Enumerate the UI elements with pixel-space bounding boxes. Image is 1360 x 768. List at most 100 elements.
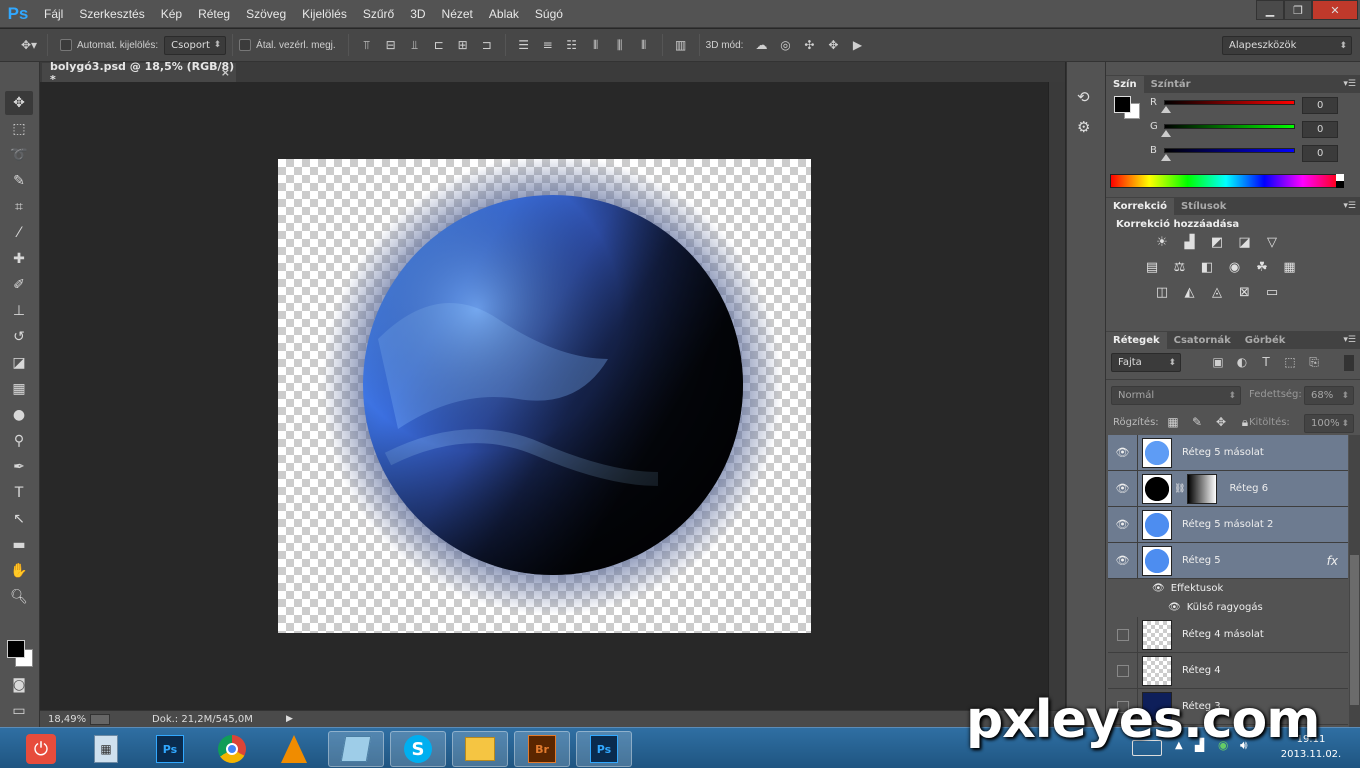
red-slider-thumb[interactable] [1161, 106, 1171, 113]
visibility-box[interactable] [1108, 616, 1138, 653]
menu-help[interactable]: Súgó [527, 7, 571, 21]
eyedropper-tool-icon[interactable]: ⁄ [5, 221, 33, 245]
skype-icon[interactable]: S [390, 731, 446, 767]
3d-pan-icon[interactable]: ✣ [800, 36, 818, 54]
3d-orbit-icon[interactable]: ☁ [752, 36, 770, 54]
tab-styles[interactable]: Stílusok [1174, 198, 1233, 215]
filter-type-icon[interactable]: T [1257, 353, 1275, 371]
green-value[interactable]: 0 [1302, 121, 1338, 138]
menu-file[interactable]: Fájl [36, 7, 71, 21]
tab-channels[interactable]: Csatornák [1167, 332, 1238, 349]
rectangle-tool-icon[interactable]: ▬ [5, 533, 33, 557]
auto-select-checkbox[interactable] [60, 39, 72, 51]
layer-row[interactable]: Réteg 4 másolat [1108, 616, 1348, 653]
tab-color[interactable]: Szín [1106, 76, 1144, 93]
path-select-tool-icon[interactable]: ↖ [5, 507, 33, 531]
effects-eye-icon[interactable]: 👁︎ [1152, 583, 1165, 594]
menu-edit[interactable]: Szerkesztés [71, 7, 152, 21]
distribute-left-icon[interactable]: ⫴ [587, 36, 605, 54]
blue-slider[interactable]: B 0 [1106, 145, 1360, 167]
foreground-color-swatch[interactable] [7, 640, 25, 658]
layer-mask-thumbnail[interactable] [1187, 473, 1218, 504]
menu-layer[interactable]: Réteg [190, 7, 238, 21]
lock-position-icon[interactable]: ✥ [1212, 413, 1230, 431]
menu-3d[interactable]: 3D [402, 7, 433, 21]
eraser-tool-icon[interactable]: ◪ [5, 351, 33, 375]
eye-icon[interactable]: 👁︎ [1108, 542, 1138, 579]
threshold-icon[interactable]: ◬ [1207, 283, 1227, 301]
distribute-hcenter-icon[interactable]: ⫼ [611, 36, 629, 54]
menu-filter[interactable]: Szűrő [355, 7, 402, 21]
workspace-dropdown[interactable]: Alapeszközök [1222, 36, 1352, 55]
tab-layers[interactable]: Rétegek [1106, 332, 1167, 349]
filter-adjust-icon[interactable]: ◐ [1233, 353, 1251, 371]
type-tool-icon[interactable]: T [5, 481, 33, 505]
taskbar-bridge-icon[interactable]: Br [514, 731, 570, 767]
menu-select[interactable]: Kijelölés [294, 7, 355, 21]
minimize-button[interactable]: ▁ [1256, 0, 1284, 20]
selective-color-icon[interactable]: ⊠ [1235, 283, 1255, 301]
document-canvas[interactable] [278, 155, 811, 633]
3d-roll-icon[interactable]: ◎ [776, 36, 794, 54]
green-slider-thumb[interactable] [1161, 130, 1171, 137]
restore-button[interactable]: ❐ [1284, 0, 1312, 20]
lock-pixels-icon[interactable]: ✎ [1188, 413, 1206, 431]
gradient-map-icon[interactable]: ▭ [1262, 283, 1282, 301]
taskbar-photoshop-active-icon[interactable]: Ps [576, 731, 632, 767]
photo-filter-icon[interactable]: ◉ [1225, 258, 1245, 276]
gradient-tool-icon[interactable]: ▦ [5, 377, 33, 401]
align-right-icon[interactable]: ⊐ [478, 36, 496, 54]
channel-mixer-icon[interactable]: ☘ [1252, 258, 1272, 276]
eye-icon[interactable]: 👁︎ [1108, 506, 1138, 543]
move-tool-icon[interactable]: ✥ [5, 91, 33, 115]
pen-tool-icon[interactable]: ✒ [5, 455, 33, 479]
color-spectrum-bar[interactable] [1110, 174, 1342, 188]
levels-icon[interactable]: ▟ [1180, 233, 1200, 251]
mask-link-icon[interactable]: ⛓ [1174, 484, 1185, 494]
quick-select-tool-icon[interactable]: ✎ [5, 169, 33, 193]
close-window-button[interactable]: ✕ [1312, 0, 1358, 20]
posterize-icon[interactable]: ◭ [1180, 283, 1200, 301]
adjust-panel-menu-icon[interactable]: ▾☰ [1343, 201, 1356, 211]
color-swatches[interactable] [5, 637, 37, 671]
tab-adjustments[interactable]: Korrekció [1106, 198, 1174, 215]
taskbar-photoshop-icon[interactable]: Ps [142, 731, 198, 767]
status-menu-arrow-icon[interactable]: ▶ [286, 714, 293, 724]
blue-value[interactable]: 0 [1302, 145, 1338, 162]
auto-select-dropdown[interactable]: Csoport [164, 35, 227, 55]
align-left-icon[interactable]: ⊏ [430, 36, 448, 54]
tab-paths[interactable]: Görbék [1238, 332, 1293, 349]
distribute-vcenter-icon[interactable]: ≡ [539, 36, 557, 54]
layer-row[interactable]: Réteg 4 [1108, 652, 1348, 689]
document-tab[interactable]: bolygó3.psd @ 18,5% (RGB/8) * × [42, 60, 236, 86]
red-slider[interactable]: R 0 [1106, 97, 1360, 119]
blur-tool-icon[interactable]: ● [5, 403, 33, 427]
visibility-box[interactable] [1108, 652, 1138, 689]
chrome-icon[interactable] [204, 731, 260, 767]
color-panel-menu-icon[interactable]: ▾☰ [1343, 79, 1356, 89]
outer-glow-row[interactable]: 👁︎ Külső ragyogás [1138, 598, 1348, 617]
explorer-icon[interactable] [452, 731, 508, 767]
brush-tool-icon[interactable]: ✐ [5, 273, 33, 297]
menu-type[interactable]: Szöveg [238, 7, 294, 21]
filter-shape-icon[interactable]: ⬚ [1281, 353, 1299, 371]
align-hcenter-icon[interactable]: ⊞ [454, 36, 472, 54]
filter-toggle[interactable] [1344, 355, 1354, 371]
red-value[interactable]: 0 [1302, 97, 1338, 114]
crop-tool-icon[interactable]: ⌗ [5, 195, 33, 219]
align-bottom-icon[interactable]: ⫫ [406, 36, 424, 54]
black-white-swatch[interactable] [1336, 174, 1344, 188]
properties-panel-icon[interactable]: ⚙ [1077, 118, 1105, 136]
dodge-tool-icon[interactable]: ⚲ [5, 429, 33, 453]
curves-icon[interactable]: ◩ [1207, 233, 1227, 251]
invert-icon[interactable]: ◫ [1152, 283, 1172, 301]
close-tab-icon[interactable]: × [221, 66, 230, 79]
zoom-level[interactable]: 18,49% [48, 714, 90, 725]
hue-sat-icon[interactable]: ▤ [1142, 258, 1162, 276]
color-balance-icon[interactable]: ⚖ [1170, 258, 1190, 276]
brightness-icon[interactable]: ☀ [1152, 233, 1172, 251]
exposure-icon[interactable]: ◪ [1235, 233, 1255, 251]
blue-slider-thumb[interactable] [1161, 154, 1171, 161]
hand-tool-icon[interactable]: ✋ [5, 559, 33, 583]
vlc-icon[interactable] [266, 731, 322, 767]
